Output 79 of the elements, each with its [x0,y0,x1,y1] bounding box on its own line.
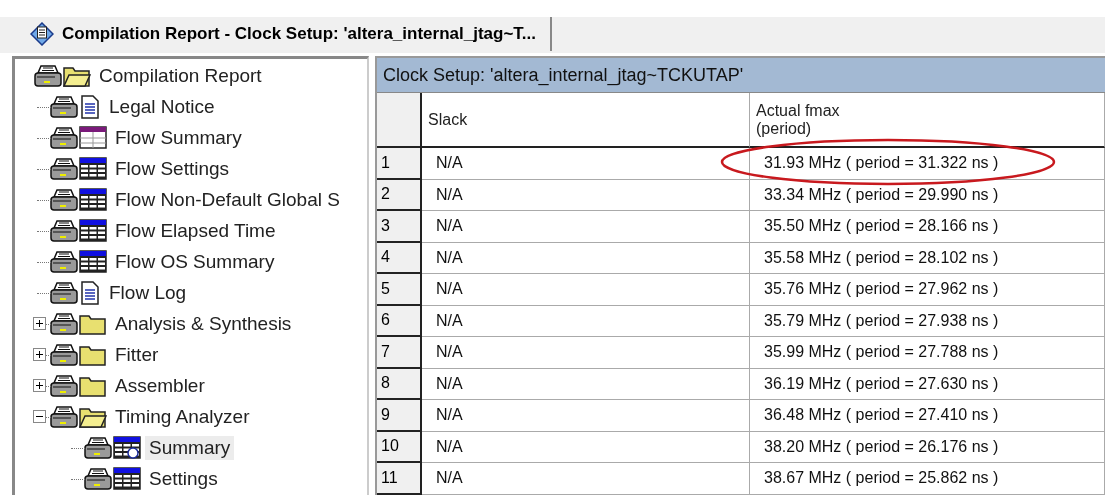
printer-icon[interactable] [49,342,79,367]
table-cell: N/A [422,148,750,180]
tree-item[interactable]: Fitter [111,342,163,367]
table-cell: N/A [422,431,750,463]
printer-icon[interactable] [83,466,113,491]
printer-icon[interactable] [83,435,113,460]
table-cell: N/A [422,211,750,243]
table-cell: 38.20 MHz ( period = 26.176 ns ) [750,431,1105,463]
tree-item[interactable]: Flow Elapsed Time [111,218,280,243]
tree-item[interactable]: Timing Analyzer [111,404,254,429]
printer-icon[interactable] [49,404,79,429]
row-number: 8 [377,368,422,400]
table-icon [79,249,107,274]
printer-icon[interactable] [49,187,79,212]
table-cell: N/A [422,463,750,495]
printer-icon[interactable] [49,94,79,119]
table-cell: N/A [422,274,750,306]
tree-item[interactable]: Flow Log [105,280,191,305]
table-cell: N/A [422,400,750,432]
tree-item[interactable]: Flow Summary [111,125,246,150]
row-number: 3 [377,211,422,243]
table-cell: 35.50 MHz ( period = 28.166 ns ) [750,211,1105,243]
row-number: 9 [377,400,422,432]
printer-icon[interactable] [49,373,79,398]
table-icon [79,218,107,243]
printer-icon[interactable] [49,156,79,181]
table-cell: 38.67 MHz ( period = 25.862 ns ) [750,463,1105,495]
row-number: 2 [377,179,422,211]
document-icon [79,280,101,305]
printer-icon[interactable] [49,125,79,150]
collapse-icon[interactable] [33,410,46,423]
tree-item[interactable]: Assembler [111,373,209,398]
table-cell: 31.93 MHz ( period = 31.322 ns ) [750,148,1105,180]
expand-icon[interactable] [33,379,46,392]
table-cell: 36.48 MHz ( period = 27.410 ns ) [750,400,1105,432]
row-number: 1 [377,148,422,180]
table-cell: N/A [422,179,750,211]
row-number: 6 [377,305,422,337]
table-icon [79,125,107,150]
row-number: 7 [377,337,422,369]
tree-item[interactable]: Summary [145,435,235,460]
column-header[interactable]: Slack [422,93,750,148]
printer-icon[interactable] [49,249,79,274]
printer-icon[interactable] [49,218,79,243]
table-cell: N/A [422,368,750,400]
row-number: 4 [377,242,422,274]
header-corner [377,93,422,148]
table-cell: N/A [422,242,750,274]
table-cell: 35.79 MHz ( period = 27.938 ns ) [750,305,1105,337]
table-cell: 35.58 MHz ( period = 28.102 ns ) [750,242,1105,274]
printer-icon[interactable] [49,280,79,305]
table-cell: 36.19 MHz ( period = 27.630 ns ) [750,368,1105,400]
document-diamond-icon [30,22,54,46]
table-cell: N/A [422,305,750,337]
tree-item[interactable]: Flow OS Summary [111,249,279,274]
report-title-bar: Clock Setup: 'altera_internal_jtag~TCKUTAP' [377,58,1105,93]
tree-item[interactable]: Flow Non-Default Global S [111,187,344,212]
expand-icon[interactable] [33,348,46,361]
tree-item[interactable]: Compilation Report [95,63,266,88]
tree-item[interactable]: Flow Settings [111,156,234,181]
tree-item[interactable]: Settings [145,466,222,491]
row-number: 5 [377,274,422,306]
table-cell: 33.34 MHz ( period = 29.990 ns ) [750,179,1105,211]
tree-item[interactable]: Analysis & Synthesis [111,311,296,336]
column-header[interactable]: Actual fmax (period) [750,93,1105,148]
printer-icon[interactable] [33,63,63,88]
tree-item[interactable]: Legal Notice [105,94,219,119]
table-icon [79,187,107,212]
row-number: 11 [377,463,422,495]
table-clock-icon [113,435,141,460]
table-cell: N/A [422,337,750,369]
row-number: 10 [377,431,422,463]
table-cell: 35.99 MHz ( period = 27.788 ns ) [750,337,1105,369]
printer-icon[interactable] [49,311,79,336]
table-icon [79,156,107,181]
expand-icon[interactable] [33,317,46,330]
table-cell: 35.76 MHz ( period = 27.962 ns ) [750,274,1105,306]
table-icon [113,466,141,491]
document-icon [79,94,101,119]
